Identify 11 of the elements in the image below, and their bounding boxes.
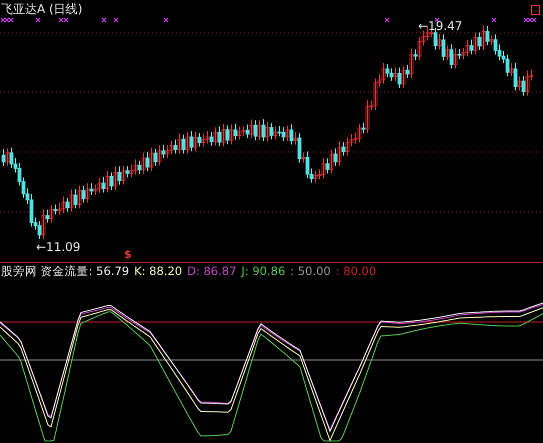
legend-value: D: 86.87	[187, 264, 236, 280]
legend-value: : 80.00	[336, 264, 376, 280]
box-icon[interactable]	[531, 4, 540, 14]
legend-value: J: 90.86	[241, 264, 286, 280]
high-price-label: ←19.47	[418, 19, 462, 33]
signal-mark: $	[124, 248, 132, 261]
chart-title: 飞亚达A (日线)	[1, 1, 82, 18]
legend-value: K: 88.20	[134, 264, 182, 280]
legend-value: : 50.00	[290, 264, 331, 280]
low-price-label: ←11.09	[36, 240, 80, 254]
legend-value: 股旁网 资金流量: 56.79	[1, 264, 130, 280]
